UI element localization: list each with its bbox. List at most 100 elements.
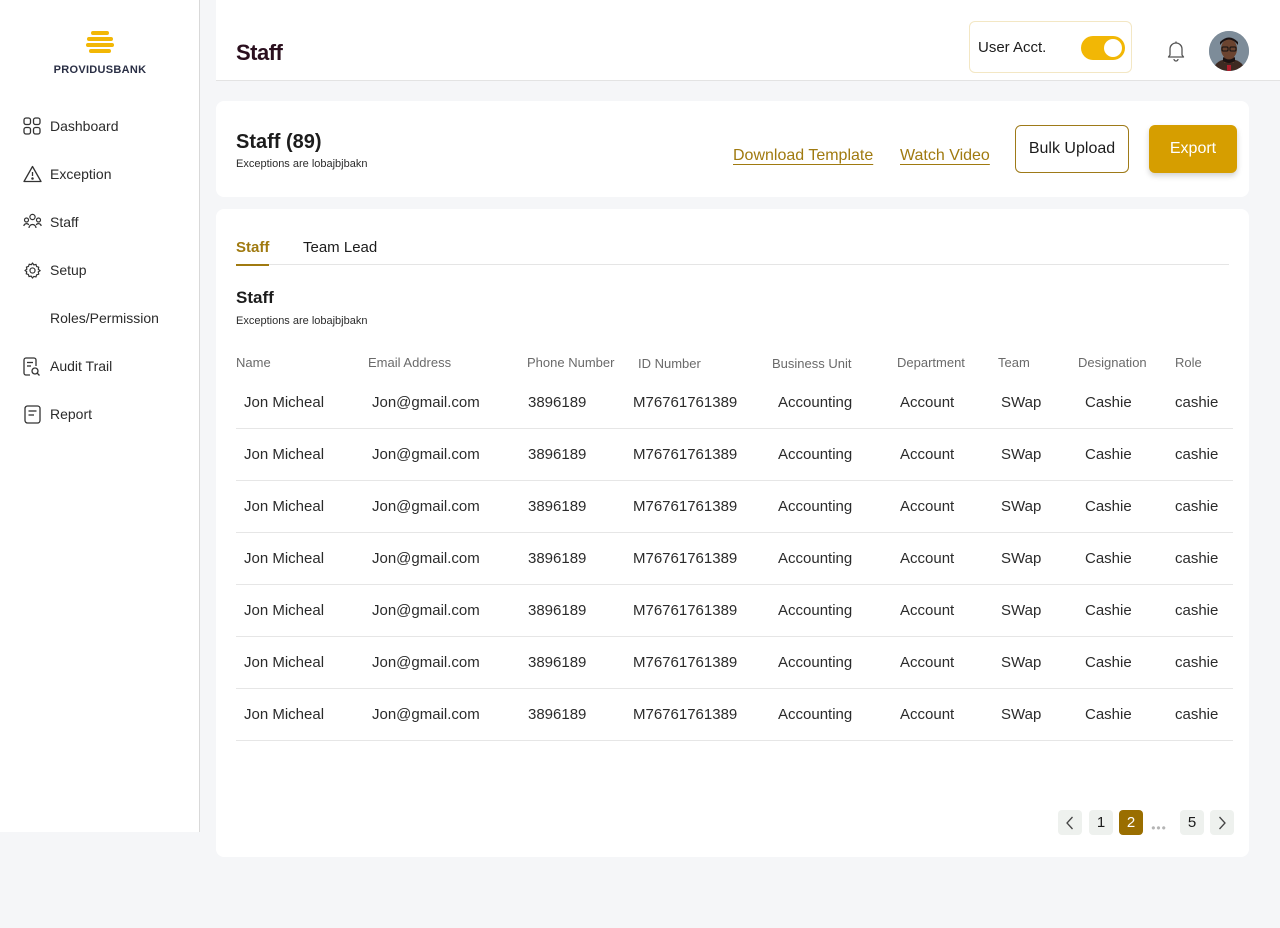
cell-email: Jon@gmail.com [372,602,480,619]
sidebar-item-exception[interactable]: Exception [22,162,192,186]
pagination-ellipsis: ••• [1151,820,1167,835]
cell-team: SWap [1001,550,1042,567]
cell-business-unit: Accounting [778,550,853,567]
export-button[interactable]: Export [1149,125,1237,173]
sidebar-item-label: Dashboard [50,118,119,134]
sidebar-item-label: Exception [50,166,112,182]
column-header-team[interactable]: Team [998,355,1030,370]
column-header-department[interactable]: Department [897,355,965,370]
sidebar-item-label: Setup [50,262,87,278]
sidebar-item-dashboard[interactable]: Dashboard [22,114,192,138]
table-row[interactable]: Jon Micheal Jon@gmail.com 3896189 M76761761… [236,481,1233,533]
cell-role: cashie [1175,394,1219,411]
table-body: Jon Micheal Jon@gmail.com 3896189 M76761761… [236,377,1233,741]
cell-name: Jon Micheal [244,550,325,567]
sidebar-item-staff[interactable]: Staff [22,210,192,234]
cell-role: cashie [1175,498,1219,515]
sidebar: PROVIDUSBANK Dashboard Exception Staff S… [0,0,200,832]
cell-email: Jon@gmail.com [372,654,480,671]
cell-business-unit: Accounting [778,706,853,723]
column-header-role[interactable]: Role [1175,355,1202,370]
sidebar-item-roles-permission[interactable]: Roles/Permission [22,306,192,330]
staff-count-title: Staff (89) [236,131,322,153]
cell-designation: Cashie [1085,602,1132,619]
column-header-id[interactable]: ID Number [638,356,701,371]
cell-business-unit: Accounting [778,446,853,463]
sidebar-item-label: Roles/Permission [50,310,159,326]
sidebar-item-report[interactable]: Report [22,402,192,426]
cell-designation: Cashie [1085,550,1132,567]
cell-department: Account [900,654,955,671]
cell-designation: Cashie [1085,706,1132,723]
cell-phone: 3896189 [528,550,587,567]
cell-role: cashie [1175,446,1219,463]
cell-designation: Cashie [1085,654,1132,671]
cell-designation: Cashie [1085,394,1132,411]
table-row[interactable]: Jon Micheal Jon@gmail.com 3896189 M76761761… [236,585,1233,637]
page-1-button[interactable]: 1 [1089,810,1113,835]
gear-icon [22,260,42,280]
table-row[interactable]: Jon Micheal Jon@gmail.com 3896189 M76761761… [236,689,1233,741]
cell-department: Account [900,602,955,619]
cell-designation: Cashie [1085,446,1132,463]
prev-page-icon[interactable] [1058,810,1082,835]
cell-id: M76761761389 [633,446,738,463]
column-header-email[interactable]: Email Address [368,355,451,370]
providus-logo-icon [86,31,114,53]
cell-id: M76761761389 [633,654,738,671]
cell-team: SWap [1001,654,1042,671]
page-title: Staff [236,40,283,65]
cell-phone: 3896189 [528,706,587,723]
sidebar-item-label: Staff [50,214,79,230]
page-5-button[interactable]: 5 [1180,810,1204,835]
cell-role: cashie [1175,602,1219,619]
notification-bell-icon[interactable] [1166,40,1186,62]
page-2-button[interactable]: 2 [1119,810,1143,835]
grid-icon [22,116,42,136]
next-page-icon[interactable] [1210,810,1234,835]
audit-icon [22,356,42,376]
staff-summary-card: Staff (89) Exceptions are lobajbjbakn Do… [216,101,1249,197]
cell-business-unit: Accounting [778,654,853,671]
cell-email: Jon@gmail.com [372,394,480,411]
cell-phone: 3896189 [528,498,587,515]
cell-role: cashie [1175,654,1219,671]
cell-phone: 3896189 [528,446,587,463]
tab-staff[interactable]: Staff [236,239,270,266]
sidebar-item-setup[interactable]: Setup [22,258,192,282]
bulk-upload-button[interactable]: Bulk Upload [1015,125,1129,173]
cell-name: Jon Micheal [244,602,325,619]
cell-team: SWap [1001,498,1042,515]
cell-department: Account [900,446,955,463]
cell-id: M76761761389 [633,602,738,619]
cell-id: M76761761389 [633,550,738,567]
watch-video-link[interactable]: Watch Video [900,147,990,165]
table-row[interactable]: Jon Micheal Jon@gmail.com 3896189 M76761761… [236,429,1233,481]
column-header-name[interactable]: Name [236,355,271,370]
sidebar-item-label: Report [50,406,93,422]
column-header-phone[interactable]: Phone Number [527,355,614,370]
user-acct-label: User Acct. [978,38,1047,56]
cell-phone: 3896189 [528,602,587,619]
staff-table-card: Staff Team Lead Staff Exceptions are lob… [216,209,1249,857]
column-header-business-unit[interactable]: Business Unit [772,356,851,371]
table-row[interactable]: Jon Micheal Jon@gmail.com 3896189 M76761761… [236,377,1233,429]
user-acct-toggle-box[interactable]: User Acct. [969,21,1132,73]
tab-team-lead[interactable]: Team Lead [303,239,377,264]
cell-email: Jon@gmail.com [372,446,480,463]
cell-business-unit: Accounting [778,498,853,515]
cell-phone: 3896189 [528,654,587,671]
cell-business-unit: Accounting [778,602,853,619]
cell-id: M76761761389 [633,394,738,411]
sidebar-item-audit-trail[interactable]: Audit Trail [22,354,192,378]
avatar[interactable] [1209,31,1249,71]
cell-team: SWap [1001,602,1042,619]
user-acct-toggle[interactable] [1081,36,1125,60]
table-row[interactable]: Jon Micheal Jon@gmail.com 3896189 M76761761… [236,533,1233,585]
column-header-designation[interactable]: Designation [1078,355,1147,370]
brand-logo[interactable]: PROVIDUSBANK [0,30,200,76]
download-template-link[interactable]: Download Template [733,147,873,165]
table-header: Name Email Address Phone Number ID Numbe… [236,355,1233,375]
table-row[interactable]: Jon Micheal Jon@gmail.com 3896189 M76761761… [236,637,1233,689]
cell-name: Jon Micheal [244,498,325,515]
